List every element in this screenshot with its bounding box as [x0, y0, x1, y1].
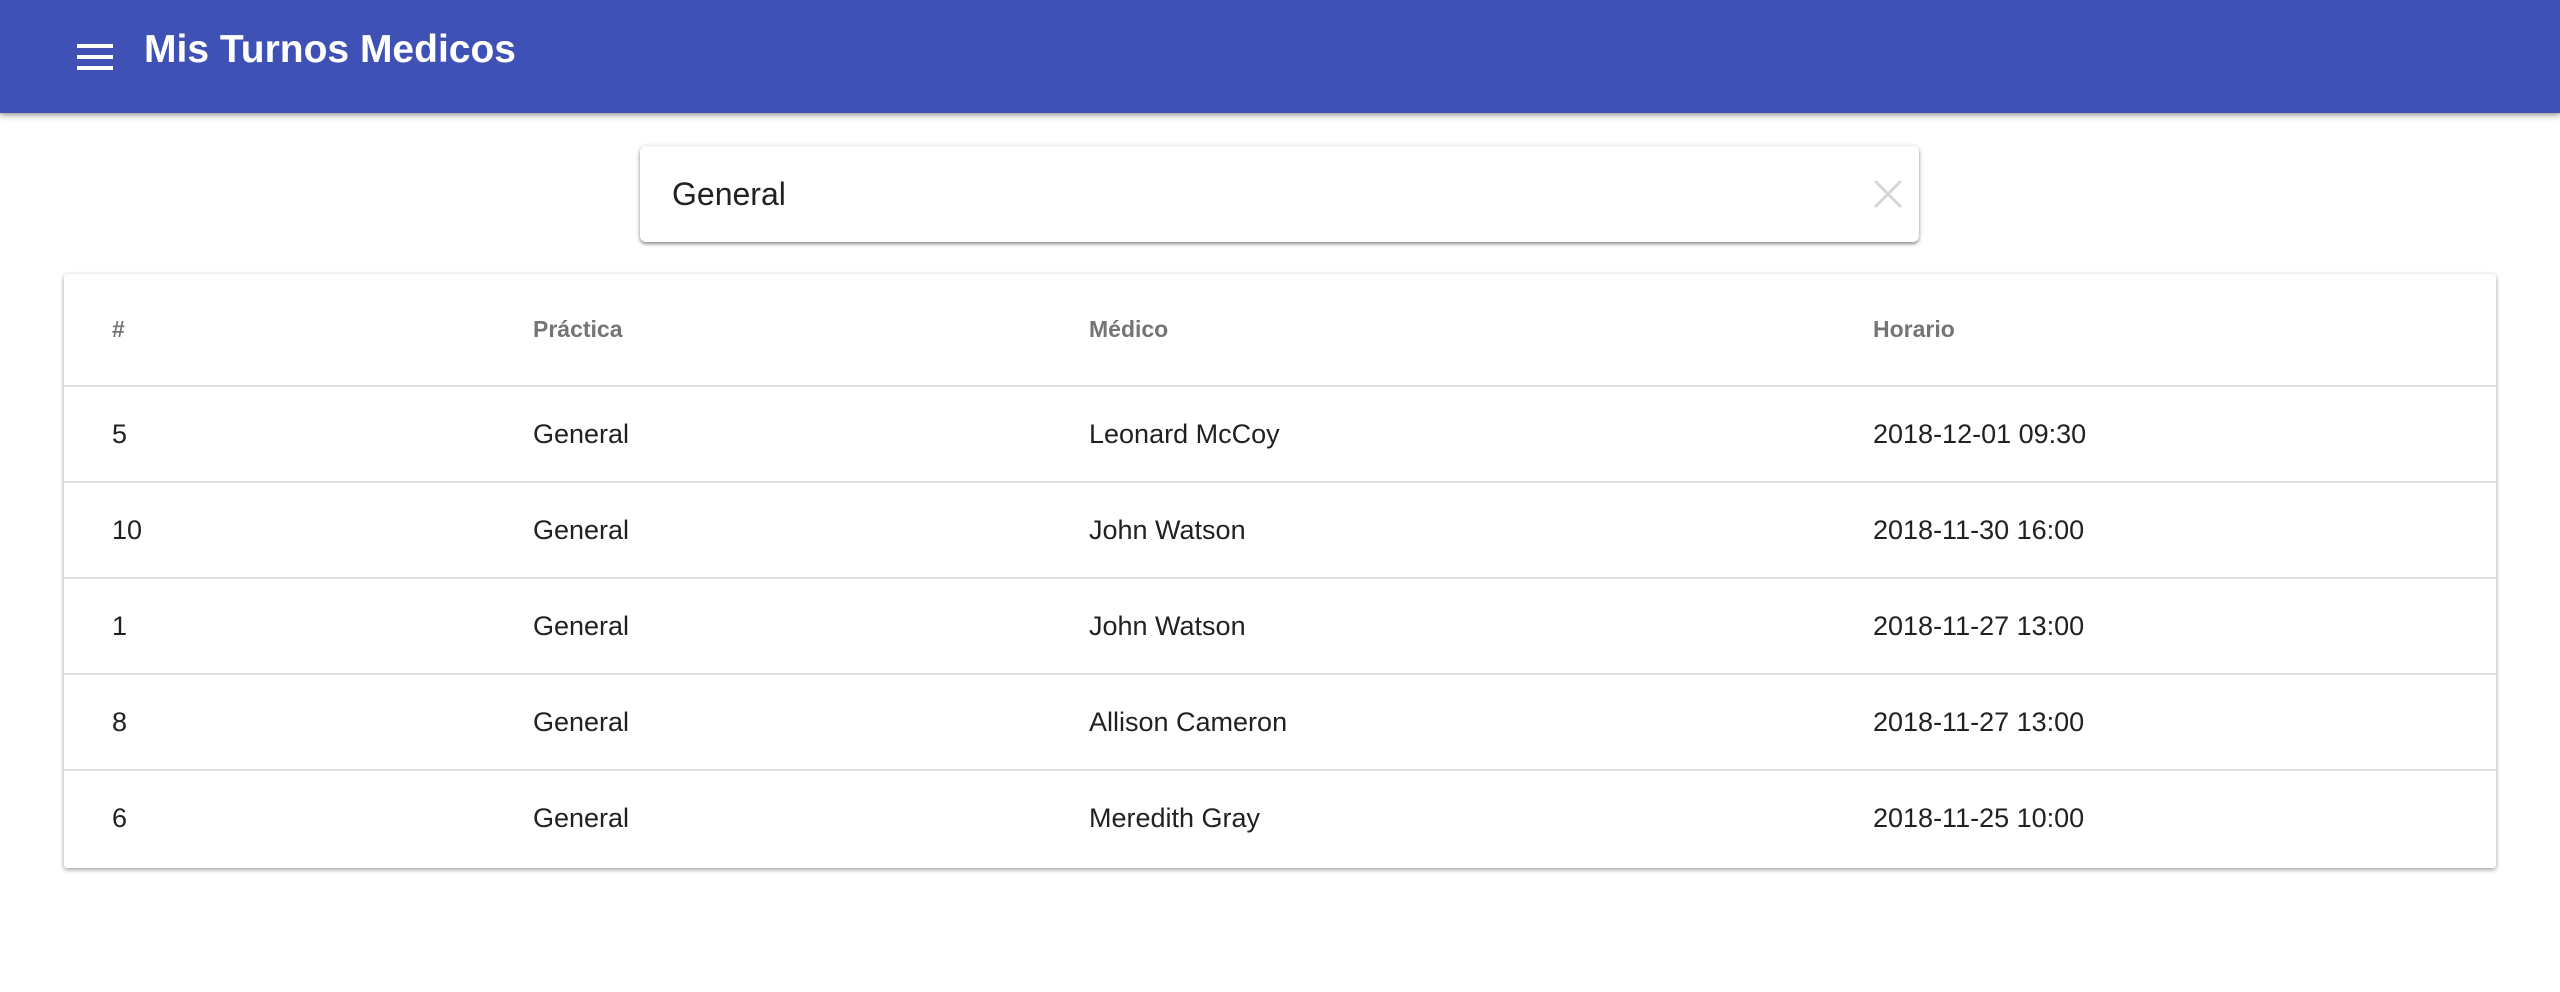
close-icon [1873, 179, 1903, 209]
cell-id: 5 [64, 386, 485, 483]
cell-horario: 2018-12-01 09:30 [1825, 386, 2496, 483]
cell-practica: General [485, 482, 1041, 579]
appointments-table-card: # Práctica Médico Horario 5 General Leon… [64, 274, 2496, 868]
search-input[interactable] [672, 166, 1772, 222]
search-box [640, 146, 1919, 242]
cell-practica: General [533, 803, 630, 833]
cell-horario: 2018-11-30 16:00 [1825, 482, 2496, 579]
column-header-medico[interactable]: Médico [1041, 274, 1825, 387]
app-title: Mis Turnos Medicos [144, 28, 516, 71]
cell-medico: John Watson [1041, 578, 1825, 675]
cell-medico: John Watson [1041, 482, 1825, 579]
table-row[interactable]: 1 General John Watson 2018-11-27 13:00 [64, 578, 2496, 675]
cell-id: 8 [64, 674, 485, 771]
cell-practica: General [485, 674, 1041, 771]
table-row[interactable]: 10 General John Watson 2018-11-30 16:00 [64, 482, 2496, 579]
column-header-horario[interactable]: Horario [1825, 274, 2496, 387]
table-row[interactable]: 5 General Leonard McCoy 2018-12-01 09:30 [64, 386, 2496, 483]
cell-id: 1 [64, 578, 485, 675]
cell-practica: General [485, 386, 1041, 483]
table-row[interactable]: 6 General Meredith Gray 2018-11-25 10:00 [64, 770, 2496, 866]
table-header-row: # Práctica Médico Horario [64, 274, 2496, 387]
cell-practica: General [485, 578, 1041, 675]
menu-icon [77, 44, 113, 70]
appointments-table: # Práctica Médico Horario 5 General Leon… [64, 274, 2496, 866]
cell-horario: 2018-11-25 10:00 [1873, 803, 2085, 833]
cell-id: 10 [64, 482, 485, 579]
cell-medico: Leonard McCoy [1041, 386, 1825, 483]
clear-search-button[interactable] [1862, 168, 1914, 220]
column-header-id[interactable]: # [64, 274, 485, 387]
cell-medico: Meredith Gray [1089, 803, 1261, 833]
app-bar: Mis Turnos Medicos [0, 0, 2560, 113]
cell-medico: Allison Cameron [1041, 674, 1825, 771]
cell-horario: 2018-11-27 13:00 [1825, 674, 2496, 771]
cell-id: 6 [112, 803, 128, 833]
cell-horario: 2018-11-27 13:00 [1825, 578, 2496, 675]
table-row[interactable]: 8 General Allison Cameron 2018-11-27 13:… [64, 674, 2496, 771]
menu-button[interactable] [58, 20, 132, 94]
column-header-practica[interactable]: Práctica [485, 274, 1041, 387]
